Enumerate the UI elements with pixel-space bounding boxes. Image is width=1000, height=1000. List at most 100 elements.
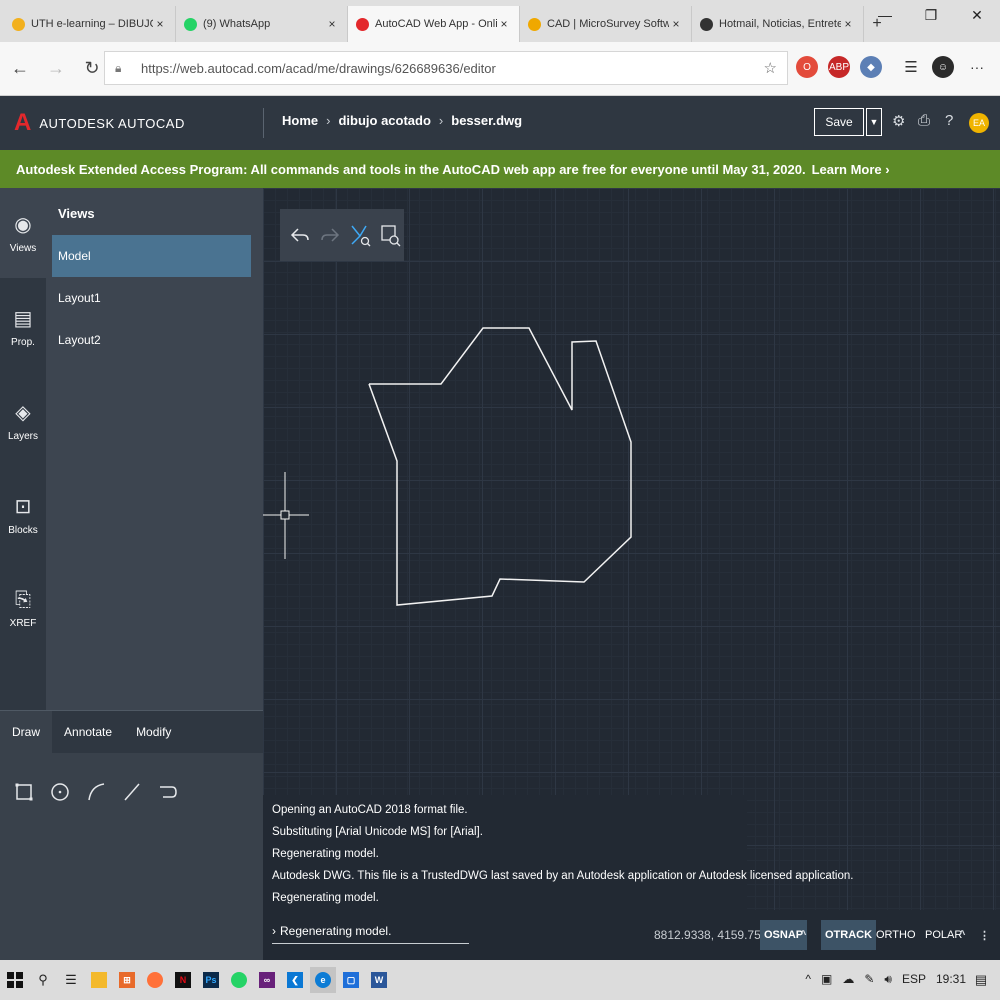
- view-item-model[interactable]: Model: [52, 235, 251, 277]
- extension-icon[interactable]: ◆: [860, 56, 882, 78]
- url-field[interactable]: 🔒︎ https://web.autocad.com/acad/me/drawi…: [104, 51, 788, 85]
- app-brand: AUTODESK AUTOCAD: [39, 115, 185, 131]
- task-view-icon[interactable]: ☰: [58, 967, 84, 993]
- user-avatar[interactable]: EA: [969, 113, 989, 133]
- command-input-text: Regenerating model.: [280, 923, 392, 938]
- polyline-shape[interactable]: [368, 327, 632, 606]
- tab-title: (9) WhatsApp: [203, 18, 271, 30]
- tab-close-icon[interactable]: ×: [841, 17, 855, 31]
- app-icon[interactable]: ⊞: [114, 967, 140, 993]
- save-button[interactable]: Save: [814, 108, 864, 136]
- view-item-layout1[interactable]: Layout1: [52, 277, 251, 319]
- redo-icon[interactable]: [318, 220, 342, 250]
- tab-close-icon[interactable]: ×: [325, 17, 339, 31]
- browser-menu-button[interactable]: ···: [966, 56, 988, 78]
- tab-draw[interactable]: Draw: [0, 711, 53, 753]
- app-icon[interactable]: ▢: [338, 967, 364, 993]
- browser-tab[interactable]: (9) WhatsApp ×: [176, 6, 348, 42]
- netflix-icon[interactable]: N: [170, 967, 196, 993]
- tab-modify[interactable]: Modify: [124, 711, 183, 753]
- word-icon[interactable]: W: [366, 967, 392, 993]
- rail-item-xref[interactable]: ⎘ XREF: [0, 564, 46, 654]
- rectangle-tool-icon[interactable]: [10, 777, 38, 807]
- favicon-icon: [184, 17, 197, 31]
- rail-item-blocks[interactable]: ⊡ Blocks: [0, 470, 46, 560]
- close-window-button[interactable]: ✕: [954, 0, 1000, 30]
- view-item-layout2[interactable]: Layout2: [52, 319, 251, 361]
- polar-menu-chevron-icon[interactable]: ^: [955, 920, 969, 950]
- pen-icon[interactable]: ✎: [864, 972, 874, 987]
- save-dropdown-button[interactable]: ▼: [866, 108, 882, 136]
- extension-opera-icon[interactable]: O: [796, 56, 818, 78]
- command-status-bar: › Regenerating model. 8812.9338, 4159.75…: [263, 910, 1000, 965]
- maximize-button[interactable]: ❐: [908, 0, 954, 30]
- search-icon[interactable]: ⚲: [30, 967, 56, 993]
- circle-tool-icon[interactable]: [46, 777, 74, 807]
- tab-close-icon[interactable]: ×: [497, 17, 511, 31]
- draw-tools: [10, 777, 182, 807]
- cloud-icon[interactable]: ☁: [842, 972, 854, 987]
- profile-avatar[interactable]: ☺: [932, 56, 954, 78]
- rail-item-label: Views: [9, 243, 37, 254]
- draw-panel-tabs: Draw Annotate Modify: [0, 711, 263, 753]
- command-input[interactable]: › Regenerating model.: [272, 918, 469, 944]
- extension-adblock-icon[interactable]: ABP: [828, 56, 850, 78]
- browser-tab[interactable]: AutoCAD Web App - Online CA×: [348, 6, 520, 42]
- bookmark-star-icon[interactable]: ☆: [764, 59, 777, 77]
- rail-item-layers[interactable]: ◈ Layers: [0, 376, 46, 466]
- photoshop-icon[interactable]: Ps: [198, 967, 224, 993]
- browser-tab[interactable]: Hotmail, Noticias, Entretenimi×: [692, 6, 864, 42]
- windows-taskbar: ⚲ ☰ ⊞ N Ps ∞ ❮ e ▢ W ^ ▣ ☁ ✎ 🔊︎ ESP 19:3…: [0, 960, 1000, 1000]
- vscode-icon[interactable]: ❮: [282, 967, 308, 993]
- browser-tab[interactable]: CAD | MicroSurvey Software×: [520, 6, 692, 42]
- network-icon[interactable]: ▣: [821, 972, 832, 987]
- edge-icon[interactable]: e: [310, 967, 336, 993]
- firefox-icon[interactable]: [142, 967, 168, 993]
- volume-icon[interactable]: 🔊︎: [884, 972, 892, 987]
- print-icon[interactable]: ⎙: [918, 112, 930, 129]
- help-icon[interactable]: ?: [945, 112, 953, 129]
- zoom-extents-icon[interactable]: [348, 220, 372, 250]
- url-text: https://web.autocad.com/acad/me/drawings…: [141, 60, 496, 76]
- favicon-icon: [700, 17, 713, 31]
- whatsapp-icon[interactable]: [226, 967, 252, 993]
- line-tool-icon[interactable]: [118, 777, 146, 807]
- more-options-icon[interactable]: ⋮: [975, 920, 994, 950]
- ortho-toggle[interactable]: ORTHO: [872, 920, 920, 950]
- address-bar-row: ← → ↻ 🔒︎ https://web.autocad.com/acad/me…: [0, 42, 1000, 96]
- tab-annotate[interactable]: Annotate: [52, 711, 124, 753]
- polyline-tool-icon[interactable]: [154, 777, 182, 807]
- language-indicator[interactable]: ESP: [902, 972, 926, 987]
- zoom-window-icon[interactable]: [378, 220, 402, 250]
- arc-tool-icon[interactable]: [82, 777, 110, 807]
- back-button[interactable]: ←: [4, 53, 36, 85]
- history-line: Autodesk DWG. This file is a TrustedDWG …: [272, 870, 854, 882]
- windows-start-icon[interactable]: [2, 967, 28, 993]
- breadcrumb-home[interactable]: Home: [282, 113, 318, 128]
- chevron-up-icon[interactable]: ^: [805, 972, 811, 987]
- rail-item-label: XREF: [9, 618, 37, 629]
- tab-close-icon[interactable]: ×: [669, 17, 683, 31]
- otrack-toggle[interactable]: OTRACK: [821, 920, 877, 950]
- app-header: A AUTODESK AUTOCAD Home › dibujo acotado…: [0, 96, 1000, 150]
- file-explorer-icon[interactable]: [86, 967, 112, 993]
- browser-tab[interactable]: UTH e-learning – DIBUJO TECN×: [4, 6, 176, 42]
- rail-item-views[interactable]: ◉ Views: [0, 188, 46, 278]
- chevron-right-icon: ›: [326, 113, 331, 128]
- rail-item-properties[interactable]: ▤ Prop.: [0, 282, 46, 372]
- gear-icon[interactable]: ⚙: [892, 112, 905, 130]
- breadcrumb-folder[interactable]: dibujo acotado: [338, 113, 430, 128]
- tab-title: CAD | MicroSurvey Software: [547, 18, 669, 30]
- visual-studio-icon[interactable]: ∞: [254, 967, 280, 993]
- favorites-icon[interactable]: ☰: [900, 56, 922, 78]
- notifications-icon[interactable]: ▤: [968, 967, 994, 993]
- osnap-menu-chevron-icon[interactable]: ^: [796, 920, 810, 950]
- forward-button[interactable]: →: [40, 53, 72, 85]
- minimize-button[interactable]: —: [862, 0, 908, 30]
- tab-close-icon[interactable]: ×: [153, 17, 167, 31]
- learn-more-link[interactable]: Learn More ›: [812, 162, 890, 177]
- browser-tab-strip: UTH e-learning – DIBUJO TECN×(9) WhatsAp…: [0, 0, 1000, 42]
- undo-icon[interactable]: [288, 220, 312, 250]
- clock[interactable]: 19:31: [936, 972, 966, 987]
- crosshair-cursor: [263, 472, 309, 559]
